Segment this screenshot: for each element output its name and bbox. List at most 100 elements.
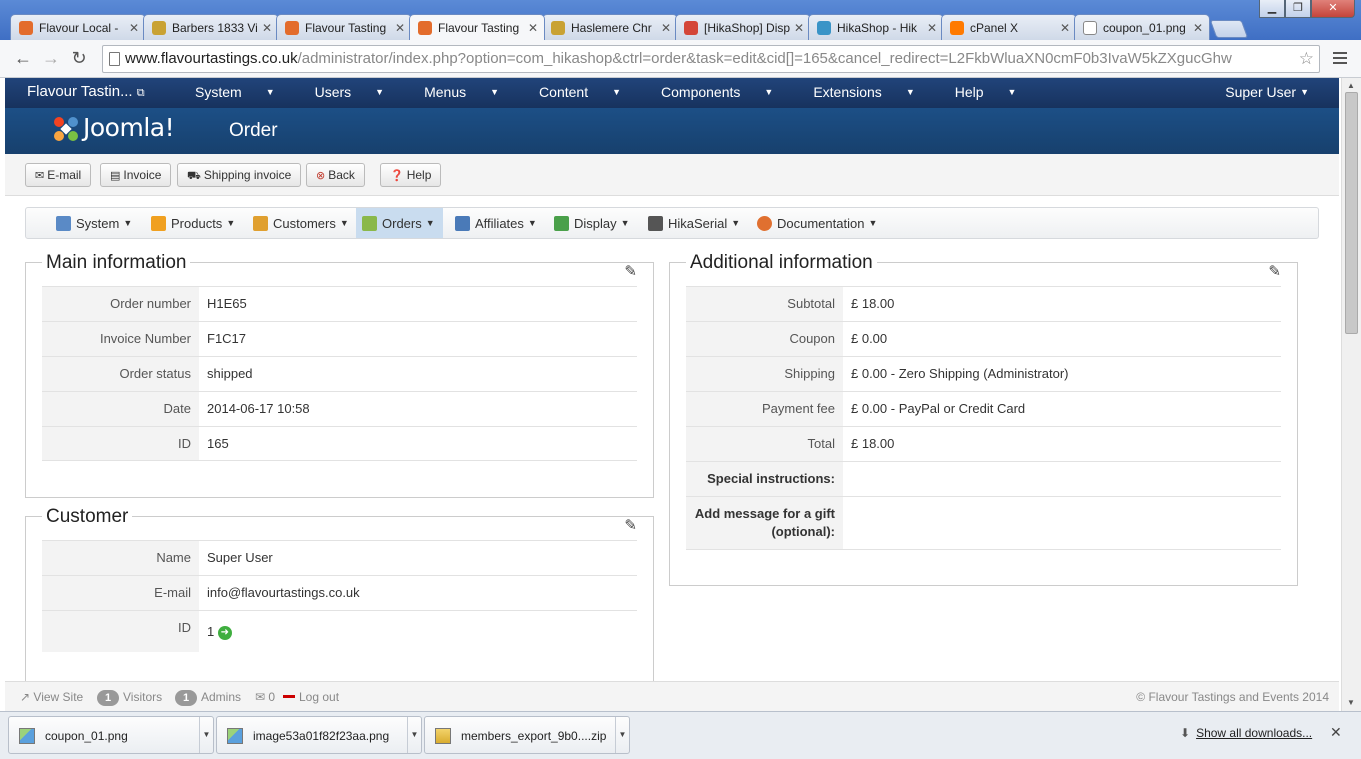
- admins-status[interactable]: 1 Admins: [175, 682, 241, 712]
- menu-system[interactable]: System ▼: [175, 78, 295, 106]
- info-row: Invoice Number F1C17: [42, 321, 637, 356]
- site-name-link[interactable]: Flavour Tastin... ⧉: [27, 78, 145, 107]
- question-icon: ❓: [390, 170, 404, 182]
- page-title: Order: [229, 120, 278, 141]
- info-row: Shipping £ 0.00 - Zero Shipping (Administ…: [686, 356, 1281, 391]
- shipping-invoice-button[interactable]: ⛟ Shipping invoice: [177, 163, 302, 187]
- browser-tab-active[interactable]: Flavour Tasting ✕: [409, 14, 545, 40]
- visitors-status[interactable]: 1 Visitors: [97, 682, 162, 712]
- panel-title: Main information: [42, 251, 191, 275]
- browser-tab[interactable]: Flavour Tasting ✕: [276, 14, 412, 40]
- edit-pencil-icon[interactable]: ✎: [1268, 262, 1281, 280]
- logout-link[interactable]: Log out: [283, 682, 339, 712]
- close-tab-icon[interactable]: ✕: [262, 15, 272, 40]
- browser-toolbar: ← → ↻ www.flavourtastings.co.uk/administ…: [0, 40, 1361, 78]
- chrome-menu-icon[interactable]: [1333, 52, 1347, 64]
- envelope-icon: ✉: [35, 170, 45, 182]
- close-tab-icon[interactable]: ✕: [927, 15, 937, 40]
- hika-menu-customers[interactable]: Customers ▼: [247, 208, 357, 238]
- info-row: Special instructions:: [686, 461, 1281, 496]
- hika-menu-affiliates[interactable]: Affiliates ▼: [449, 208, 545, 238]
- display-icon: [554, 216, 569, 231]
- cancel-icon: ⊗: [316, 170, 326, 182]
- hika-menu-orders[interactable]: Orders ▼: [356, 208, 443, 238]
- close-tab-icon[interactable]: ✕: [395, 15, 405, 40]
- hika-menu-products[interactable]: Products ▼: [145, 208, 243, 238]
- scroll-up-icon[interactable]: ▲: [1347, 81, 1355, 90]
- browser-tabs: Flavour Local - ✕ Barbers 1833 Vi ✕ Flavou…: [10, 14, 1249, 40]
- joomla-wordmark: Joomla!: [83, 113, 175, 142]
- action-toolbar: ✉ E-mail ▤ Invoice ⛟ Shipping invoice ⊗ Back…: [5, 154, 1339, 196]
- chevron-down-icon[interactable]: ▼: [199, 717, 213, 753]
- scroll-down-icon[interactable]: ▼: [1347, 698, 1355, 707]
- joomla-logo-icon: [54, 117, 78, 141]
- menu-content[interactable]: Content ▼: [519, 78, 641, 106]
- menu-users[interactable]: Users ▼: [295, 78, 404, 106]
- hika-menu-documentation[interactable]: Documentation ▼: [751, 208, 885, 238]
- close-tab-icon[interactable]: ✕: [794, 15, 804, 40]
- menu-help[interactable]: Help ▼: [935, 78, 1037, 106]
- window-close-icon[interactable]: ✕: [1311, 0, 1355, 18]
- panel-title: Additional information: [686, 251, 877, 275]
- help-button[interactable]: ❓ Help: [380, 163, 442, 187]
- image-file-icon: [19, 728, 35, 744]
- close-tab-icon[interactable]: ✕: [528, 15, 538, 40]
- close-tab-icon[interactable]: ✕: [129, 15, 139, 40]
- url-text[interactable]: www.flavourtastings.co.uk/administrator/…: [125, 46, 1293, 72]
- menu-components[interactable]: Components ▼: [641, 78, 793, 106]
- view-site-link[interactable]: ↗ View Site: [20, 682, 83, 712]
- info-row: Order status shipped: [42, 356, 637, 391]
- maximize-icon[interactable]: ❐: [1285, 0, 1311, 18]
- download-item[interactable]: coupon_01.png ▼: [8, 716, 214, 754]
- affiliates-icon: [455, 216, 470, 231]
- back-arrow-icon[interactable]: ←: [12, 48, 34, 69]
- site-favicon-icon: [152, 21, 166, 35]
- info-row: Name Super User: [42, 540, 637, 575]
- close-tab-icon[interactable]: ✕: [661, 15, 671, 40]
- downloads-shelf: coupon_01.png ▼ image53a01f82f23aa.png ▼ m…: [0, 711, 1361, 759]
- hika-menu-system[interactable]: System ▼: [50, 208, 140, 238]
- close-tab-icon[interactable]: ✕: [1060, 15, 1070, 40]
- download-item[interactable]: members_export_9b0....zip ▼: [424, 716, 630, 754]
- hikashop-favicon-icon: [817, 21, 831, 35]
- vertical-scrollbar[interactable]: ▲ ▼: [1341, 78, 1361, 711]
- messages-status[interactable]: ✉ 0: [255, 682, 275, 712]
- show-all-downloads-link[interactable]: ⬇ Show all downloads...: [1180, 726, 1312, 740]
- browser-tab[interactable]: cPanel X ✕: [941, 14, 1077, 40]
- close-tab-icon[interactable]: ✕: [1193, 15, 1203, 40]
- new-tab-button[interactable]: [1209, 20, 1249, 38]
- browser-tab[interactable]: Barbers 1833 Vi ✕: [143, 14, 279, 40]
- edit-pencil-icon[interactable]: ✎: [624, 262, 637, 280]
- image-file-icon: [227, 728, 243, 744]
- back-button[interactable]: ⊗ Back: [306, 163, 365, 187]
- close-shelf-icon[interactable]: ✕: [1330, 724, 1342, 741]
- invoice-button[interactable]: ▤ Invoice: [100, 163, 172, 187]
- browser-tab[interactable]: [HikaShop] Disp ✕: [675, 14, 811, 40]
- forward-arrow-icon[interactable]: →: [40, 48, 62, 69]
- chevron-down-icon[interactable]: ▼: [407, 717, 421, 753]
- edit-pencil-icon[interactable]: ✎: [624, 516, 637, 534]
- browser-tab[interactable]: HikaShop - Hik ✕: [808, 14, 944, 40]
- admin-menu: System ▼ Users ▼ Menus ▼ Content ▼ Component…: [175, 78, 1036, 106]
- browser-tab[interactable]: coupon_01.png ✕: [1074, 14, 1210, 40]
- lifebuoy-icon: [757, 216, 772, 231]
- browser-tab[interactable]: Flavour Local - ✕: [10, 14, 146, 40]
- joomla-favicon-icon: [418, 21, 432, 35]
- browser-tab[interactable]: Haslemere Chr ✕: [542, 14, 678, 40]
- reload-icon[interactable]: ↻: [68, 48, 90, 69]
- chevron-down-icon[interactable]: ▼: [615, 717, 629, 753]
- address-bar[interactable]: www.flavourtastings.co.uk/administrator/…: [102, 45, 1320, 73]
- hika-menu-hikaserial[interactable]: HikaSerial ▼: [642, 208, 748, 238]
- download-item[interactable]: image53a01f82f23aa.png ▼: [216, 716, 422, 754]
- info-row: E-mail info@flavourtastings.co.uk: [42, 575, 637, 610]
- user-menu[interactable]: Super User ▼: [1225, 78, 1309, 106]
- minimize-icon[interactable]: ▁: [1259, 0, 1285, 18]
- hika-menu-display[interactable]: Display ▼: [548, 208, 638, 238]
- go-to-customer-icon[interactable]: ➜: [217, 626, 232, 640]
- email-button[interactable]: ✉ E-mail: [25, 163, 92, 187]
- menu-menus[interactable]: Menus ▼: [404, 78, 519, 106]
- joomla-favicon-icon: [285, 21, 299, 35]
- menu-extensions[interactable]: Extensions ▼: [793, 78, 934, 106]
- bookmark-star-icon[interactable]: ☆: [1299, 49, 1314, 69]
- scrollbar-thumb[interactable]: [1345, 92, 1358, 334]
